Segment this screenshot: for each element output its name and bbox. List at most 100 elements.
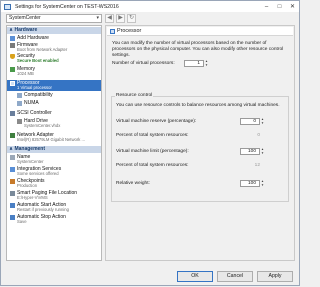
tree-item-detail: Restart if previously running — [17, 207, 69, 212]
smart-paging-icon — [10, 191, 15, 196]
resource-control-label: Resource control — [115, 93, 154, 98]
reserve-label: Virtual machine reserve (percentage): — [116, 119, 197, 124]
processor-description: You can modify the number of virtual pro… — [112, 41, 284, 58]
processor-header-label: Processor — [117, 28, 142, 34]
tree-item-compatibility[interactable]: Compatibility — [7, 92, 101, 99]
processor-header: Processor — [107, 27, 293, 36]
stepper-arrows-icon[interactable]: ▴ ▾ — [260, 147, 265, 155]
compatibility-icon — [17, 93, 22, 98]
tree-item-detail: Secure Boot enabled — [17, 58, 59, 63]
resource-control-group: Resource control You can use resource co… — [111, 93, 289, 202]
num-processors-value: 1 — [197, 61, 200, 66]
refresh-icon[interactable]: ↻ — [127, 14, 136, 23]
processor-panel: Processor You can modify the number of v… — [105, 25, 295, 261]
stepper-arrows-icon[interactable]: ▴ ▾ — [260, 117, 265, 125]
checkpoints-icon — [10, 179, 15, 184]
tree-item-detail: Save — [17, 219, 27, 224]
reserve-value: 0 — [253, 119, 256, 124]
num-processors-label: Number of virtual processors: — [112, 61, 175, 66]
tree-item-detail: SystemCenter — [17, 159, 44, 164]
tree-item-detail: SystemCenter.vhdx — [24, 123, 61, 128]
close-icon[interactable]: ✕ — [286, 1, 299, 12]
numa-icon — [17, 101, 22, 106]
add-hardware-icon — [10, 36, 15, 41]
tree-item-label: SCSI Controller — [17, 110, 52, 116]
shield-icon — [10, 54, 15, 59]
resource-control-description: You can use resource controls to balance… — [116, 103, 280, 108]
chevron-down-icon: ▾ — [96, 15, 99, 21]
tree-item-detail: Boot from Network Adapter — [17, 47, 68, 52]
tree-item-network-adapter[interactable]: Network Adapter Intel(R) 82579LM Gigabit… — [7, 132, 101, 143]
reserve-percentage-stepper[interactable]: 0 ▴ ▾ — [240, 117, 263, 125]
tree-item-name[interactable]: Name SystemCenter — [7, 154, 101, 165]
tree-item-detail: 1 Virtual processor — [17, 85, 52, 90]
app-settings-icon — [4, 3, 11, 10]
limit-value: 100 — [247, 149, 256, 154]
tree-item-add-hardware[interactable]: Add Hardware — [7, 35, 101, 42]
settings-tree: ∧ Hardware Add Hardware Firmware Boot fr… — [6, 25, 102, 261]
tree-item-numa[interactable]: NUMA — [7, 100, 101, 107]
tree-item-label: Compatibility — [24, 92, 53, 98]
relative-weight-label: Relative weight: — [116, 181, 150, 186]
hardware-section-header[interactable]: ∧ Hardware — [7, 27, 101, 34]
relative-weight-value: 100 — [247, 181, 256, 186]
reserve-total-label: Percent of total system resources: — [116, 133, 189, 138]
tree-item-security[interactable]: Security Secure Boot enabled — [7, 53, 101, 64]
dialog-footer: OK Cancel Apply — [1, 265, 299, 287]
window-controls: – □ ✕ — [260, 1, 299, 12]
memory-icon — [10, 67, 15, 72]
integration-services-icon — [10, 167, 15, 172]
hard-drive-icon — [17, 119, 22, 124]
tree-item-processor[interactable]: Processor 1 Virtual processor — [7, 80, 101, 91]
tree-item-label: NUMA — [24, 100, 39, 106]
tree-item-detail: Production — [17, 183, 38, 188]
tree-item-hard-drive[interactable]: Hard Drive SystemCenter.vhdx — [7, 118, 101, 129]
reserve-total-value: 0 — [257, 133, 260, 138]
ok-button[interactable]: OK — [177, 271, 213, 282]
tree-item-firmware[interactable]: Firmware Boot from Network Adapter — [7, 42, 101, 53]
hardware-section-label: Hardware — [14, 27, 38, 33]
scsi-controller-icon — [10, 111, 15, 116]
forward-arrow-icon[interactable]: ▶ — [116, 14, 125, 23]
tree-item-detail: Some services offered — [17, 171, 59, 176]
processor-icon — [10, 81, 15, 86]
auto-stop-icon — [10, 215, 15, 220]
limit-total-label: Percent of total system resources: — [116, 163, 189, 168]
cancel-button[interactable]: Cancel — [217, 271, 253, 282]
limit-label: Virtual machine limit (percentage): — [116, 149, 189, 154]
limit-total-value: 12 — [254, 163, 260, 168]
relative-weight-stepper[interactable]: 100 ▴ ▾ — [240, 179, 263, 187]
processor-icon — [110, 29, 115, 34]
tree-item-scsi-controller[interactable]: SCSI Controller — [7, 110, 101, 117]
apply-button[interactable]: Apply — [257, 271, 293, 282]
tree-item-auto-stop[interactable]: Automatic Stop Action Save — [7, 214, 101, 225]
tree-item-memory[interactable]: Memory 1024 MB — [7, 66, 101, 77]
settings-window: Settings for SystemCenter on TEST-WS2016… — [0, 0, 300, 286]
auto-start-icon — [10, 203, 15, 208]
window-title: Settings for SystemCenter on TEST-WS2016 — [15, 3, 119, 10]
title-bar: Settings for SystemCenter on TEST-WS2016… — [1, 1, 299, 12]
tree-item-label: Add Hardware — [17, 35, 49, 41]
back-arrow-icon[interactable]: ◀ — [105, 14, 114, 23]
tree-item-detail: E:\Hyper-V\VMS — [17, 195, 48, 200]
vm-selector[interactable]: SystemCenter ▾ — [6, 14, 102, 23]
minimize-icon[interactable]: – — [260, 1, 273, 12]
tree-item-auto-start[interactable]: Automatic Start Action Restart if previo… — [7, 202, 101, 213]
tree-item-detail: 1024 MB — [17, 71, 34, 76]
tree-item-smart-paging[interactable]: Smart Paging File Location E:\Hyper-V\VM… — [7, 190, 101, 201]
num-processors-stepper[interactable]: 1 ▴ ▾ — [184, 59, 207, 67]
stepper-arrows-icon[interactable]: ▴ ▾ — [204, 59, 209, 67]
name-icon — [10, 155, 15, 160]
stepper-arrows-icon[interactable]: ▴ ▾ — [260, 179, 265, 187]
maximize-icon[interactable]: □ — [273, 1, 286, 12]
limit-percentage-stepper[interactable]: 100 ▴ ▾ — [240, 147, 263, 155]
tree-item-checkpoints[interactable]: Checkpoints Production — [7, 178, 101, 189]
vm-selector-value: SystemCenter — [9, 15, 41, 21]
toolbar: SystemCenter ▾ ◀ ▶ ↻ — [1, 13, 299, 24]
tree-item-integration-services[interactable]: Integration Services Some services offer… — [7, 166, 101, 177]
management-section-label: Management — [14, 146, 46, 152]
firmware-icon — [10, 43, 15, 48]
network-adapter-icon — [10, 133, 15, 138]
management-section-header[interactable]: ∧ Management — [7, 146, 101, 153]
tree-item-detail: Intel(R) 82579LM Gigabit Network ... — [17, 137, 85, 142]
